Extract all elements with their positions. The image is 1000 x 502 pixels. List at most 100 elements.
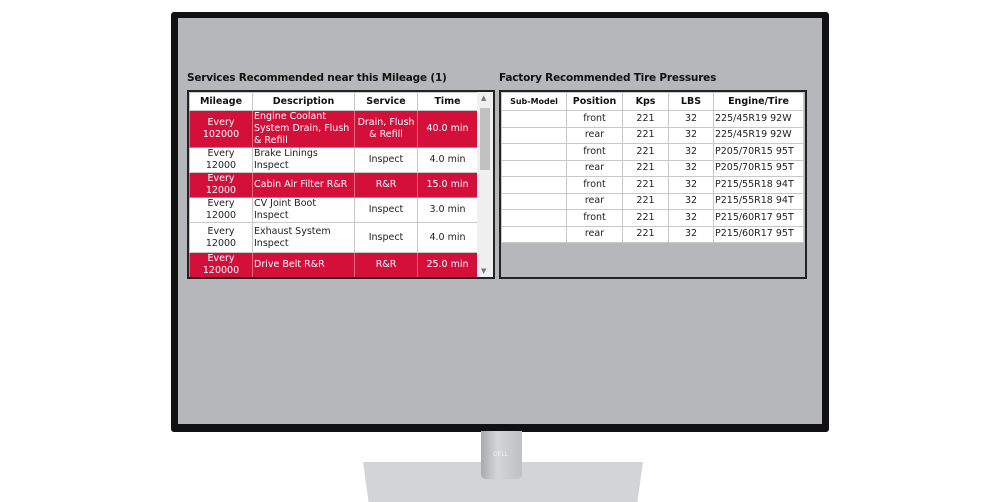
description-cell: CV Joint Boot Inspect — [252, 197, 355, 223]
sub-model-cell — [501, 110, 567, 128]
service-cell: Drain, Flush & Refill — [354, 110, 418, 148]
services-title: Services Recommended near this Mileage (… — [187, 72, 447, 84]
column-header-service[interactable]: Service — [354, 92, 418, 111]
lbs-cell: 32 — [668, 209, 714, 227]
engine-tire-cell: P215/60R17 95T — [713, 209, 804, 227]
description-cell: Trans Fluid & Filter R&R — [253, 278, 355, 280]
tires-title: Factory Recommended Tire Pressures — [499, 72, 717, 84]
tires-header-row: Sub-Model Position Kps LBS Engine/Tire — [501, 92, 804, 111]
time-cell: 25.0 min — [417, 252, 478, 277]
sub-model-cell — [501, 176, 567, 194]
lbs-cell: 32 — [668, 159, 714, 177]
mileage-cell: Every 12000 — [189, 222, 253, 253]
service-cell: Inspect — [354, 197, 418, 223]
tire-pressure-table: Sub-Model Position Kps LBS Engine/Tire front… — [501, 92, 804, 243]
position-cell: rear — [566, 225, 623, 243]
sub-model-cell — [501, 143, 567, 161]
lbs-cell: 32 — [668, 192, 714, 210]
table-row[interactable]: Every 102000 Engine Coolant System Drain,… — [189, 110, 478, 148]
table-row[interactable]: Every 12000 Exhaust System Inspect Inspect… — [189, 222, 478, 253]
monitor-logo: DELL — [493, 451, 509, 458]
time-cell: 15.0 min — [417, 172, 478, 198]
lbs-cell: 32 — [668, 176, 714, 194]
service-cell: R&R — [355, 278, 418, 280]
table-row[interactable]: Every 12000 CV Joint Boot Inspect Inspect 3… — [189, 197, 478, 223]
time-cell: 4.0 min — [417, 147, 478, 173]
description-cell: Brake Linings Inspect — [252, 147, 355, 173]
table-row[interactable]: Every 120000 Drive Belt R&R R&R 25.0 min — [189, 252, 478, 277]
kps-cell: 221 — [622, 110, 669, 128]
kps-cell: 221 — [622, 143, 669, 161]
position-cell: front — [566, 143, 623, 161]
column-header-sub-model[interactable]: Sub-Model — [501, 92, 567, 111]
service-cell: Inspect — [354, 222, 418, 253]
service-cell: Inspect — [354, 147, 418, 173]
lbs-cell: 32 — [668, 143, 714, 161]
kps-cell: 221 — [622, 225, 669, 243]
table-row[interactable]: Every 120000Trans Fluid & Filter R&RR&R1… — [190, 278, 478, 280]
sub-model-cell — [501, 126, 567, 144]
sub-model-cell — [501, 225, 567, 243]
table-row[interactable]: rear 221 32 P215/55R18 94T — [501, 192, 804, 210]
column-header-position[interactable]: Position — [566, 92, 623, 111]
engine-tire-cell: 225/45R19 92W — [713, 126, 804, 144]
table-row[interactable]: rear 221 32 P215/60R17 95T — [501, 225, 804, 243]
description-cell: Cabin Air Filter R&R — [252, 172, 355, 198]
monitor-stand-neck: DELL — [481, 431, 522, 479]
description-cell: Engine Coolant System Drain, Flush & Ref… — [252, 110, 355, 148]
column-header-description[interactable]: Description — [252, 92, 355, 111]
sub-model-cell — [501, 159, 567, 177]
table-row[interactable]: Every 12000 Cabin Air Filter R&R R&R 15.0 m… — [189, 172, 478, 198]
position-cell: rear — [566, 126, 623, 144]
position-cell: rear — [566, 159, 623, 177]
table-row[interactable]: rear 221 32 P205/70R15 95T — [501, 159, 804, 177]
scroll-down-icon[interactable]: ▼ — [481, 267, 486, 275]
table-row[interactable]: front 221 32 P205/70R15 95T — [501, 143, 804, 161]
scrollbar-thumb[interactable] — [480, 108, 490, 170]
time-cell: 4.0 min — [417, 222, 478, 253]
scroll-up-icon[interactable]: ▲ — [481, 94, 486, 102]
column-header-lbs[interactable]: LBS — [668, 92, 714, 111]
description-cell: Drive Belt R&R — [252, 252, 355, 277]
engine-tire-cell: P215/60R17 95T — [713, 225, 804, 243]
mileage-cell: Every 102000 — [189, 110, 253, 148]
table-row[interactable]: front 221 32 P215/60R17 95T — [501, 209, 804, 227]
position-cell: front — [566, 209, 623, 227]
kps-cell: 221 — [622, 176, 669, 194]
kps-cell: 221 — [622, 192, 669, 210]
tires-table-panel: Sub-Model Position Kps LBS Engine/Tire front… — [499, 90, 807, 279]
description-cell: Exhaust System Inspect — [252, 222, 355, 253]
mileage-cell: Every 12000 — [189, 197, 253, 223]
time-cell: 40.0 min — [417, 110, 478, 148]
position-cell: front — [566, 110, 623, 128]
column-header-time[interactable]: Time — [417, 92, 478, 111]
column-header-engine-tire[interactable]: Engine/Tire — [713, 92, 804, 111]
sub-model-cell — [501, 192, 567, 210]
kps-cell: 221 — [622, 209, 669, 227]
table-row[interactable]: Every 12000 Brake Linings Inspect Inspect 4… — [189, 147, 478, 173]
time-cell: 1.5 Hrs — [418, 278, 478, 280]
sub-model-cell — [501, 209, 567, 227]
lbs-cell: 32 — [668, 225, 714, 243]
column-header-kps[interactable]: Kps — [622, 92, 669, 111]
lbs-cell: 32 — [668, 110, 714, 128]
column-header-mileage[interactable]: Mileage — [189, 92, 253, 111]
services-scrollbar[interactable]: ▲ ▼ — [477, 92, 493, 277]
table-row[interactable]: rear 221 32 225/45R19 92W — [501, 126, 804, 144]
services-header-row: Mileage Description Service Time — [189, 92, 478, 111]
kps-cell: 221 — [622, 126, 669, 144]
mileage-cell: Every 120000 — [190, 278, 253, 280]
service-cell: R&R — [354, 252, 418, 277]
engine-tire-cell: P215/55R18 94T — [713, 192, 804, 210]
time-cell: 3.0 min — [417, 197, 478, 223]
mileage-cell: Every 12000 — [189, 172, 253, 198]
engine-tire-cell: P205/70R15 95T — [713, 159, 804, 177]
engine-tire-cell: P205/70R15 95T — [713, 143, 804, 161]
service-cell: R&R — [354, 172, 418, 198]
table-row[interactable]: front 221 32 225/45R19 92W — [501, 110, 804, 128]
engine-tire-cell: 225/45R19 92W — [713, 110, 804, 128]
lbs-cell: 32 — [668, 126, 714, 144]
table-row[interactable]: front 221 32 P215/55R18 94T — [501, 176, 804, 194]
services-table: Mileage Description Service Time Every 1020… — [189, 92, 478, 280]
position-cell: rear — [566, 192, 623, 210]
